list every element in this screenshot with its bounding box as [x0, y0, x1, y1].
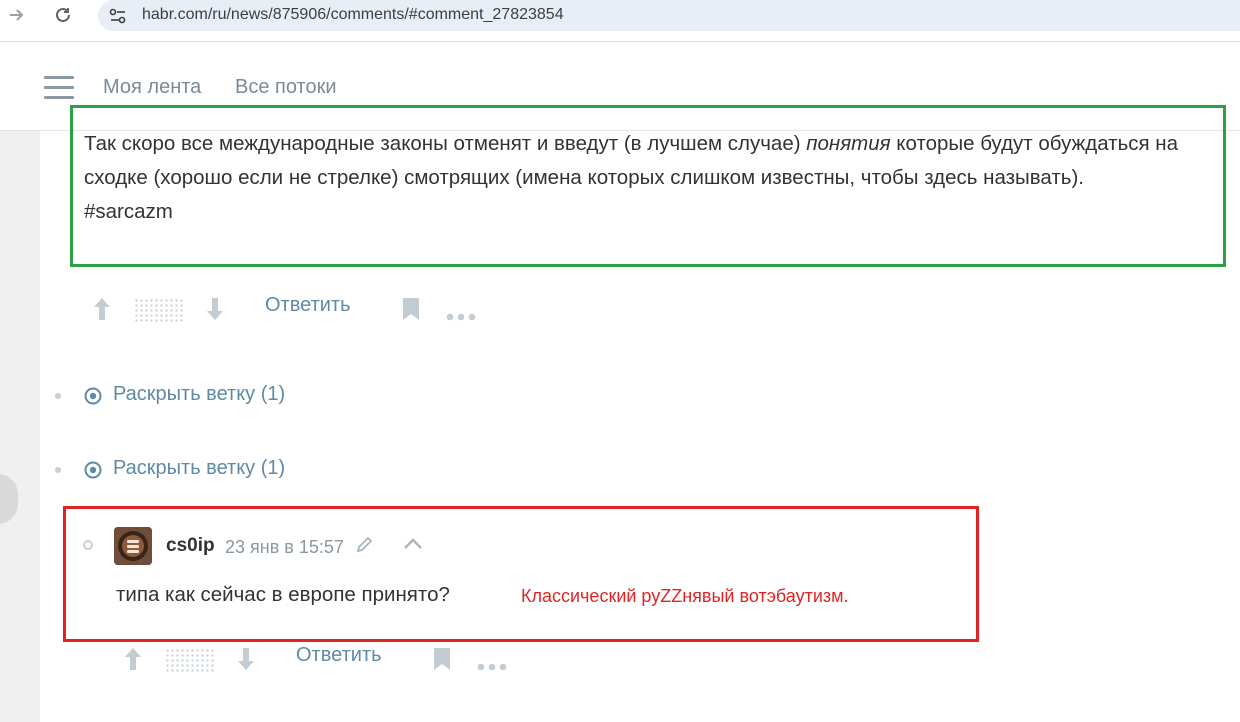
upvote-arrow-icon[interactable] [123, 646, 143, 672]
expand-thread-icon[interactable] [84, 387, 102, 405]
url-text[interactable]: habr.com/ru/news/875906/comments/#commen… [142, 6, 564, 24]
browser-toolbar: habr.com/ru/news/875906/comments/#commen… [0, 0, 1240, 32]
thread-bullet [55, 467, 61, 473]
forward-arrow-icon[interactable] [4, 2, 30, 28]
vote-score-hidden [165, 648, 215, 672]
downvote-arrow-icon[interactable] [205, 296, 225, 322]
vote-score-hidden [134, 298, 184, 322]
comment-actions: Ответить [123, 642, 523, 676]
expand-thread-link[interactable]: Раскрыть ветку (1) [113, 383, 285, 413]
highlight-box-green [70, 105, 1226, 267]
expand-thread-icon[interactable] [84, 461, 102, 479]
bookmark-icon[interactable] [401, 296, 421, 322]
comment-actions: Ответить [92, 292, 492, 326]
nav-all-streams[interactable]: Все потоки [235, 76, 337, 99]
left-gutter [0, 131, 40, 722]
more-options-icon[interactable] [446, 308, 480, 321]
reload-icon[interactable] [50, 2, 76, 28]
address-bar[interactable]: habr.com/ru/news/875906/comments/#commen… [98, 0, 1240, 31]
burger-menu-icon[interactable] [44, 76, 74, 100]
downvote-arrow-icon[interactable] [236, 646, 256, 672]
site-settings-icon[interactable] [108, 6, 128, 26]
nav-my-feed[interactable]: Моя лента [103, 76, 201, 99]
reply-button[interactable]: Ответить [296, 644, 382, 667]
bookmark-icon[interactable] [432, 646, 452, 672]
upvote-arrow-icon[interactable] [92, 296, 112, 322]
highlight-box-red [63, 506, 979, 642]
reply-button[interactable]: Ответить [265, 294, 351, 317]
expand-thread-link[interactable]: Раскрыть ветку (1) [113, 457, 285, 487]
thread-bullet [55, 393, 61, 399]
more-options-icon[interactable] [477, 658, 511, 671]
